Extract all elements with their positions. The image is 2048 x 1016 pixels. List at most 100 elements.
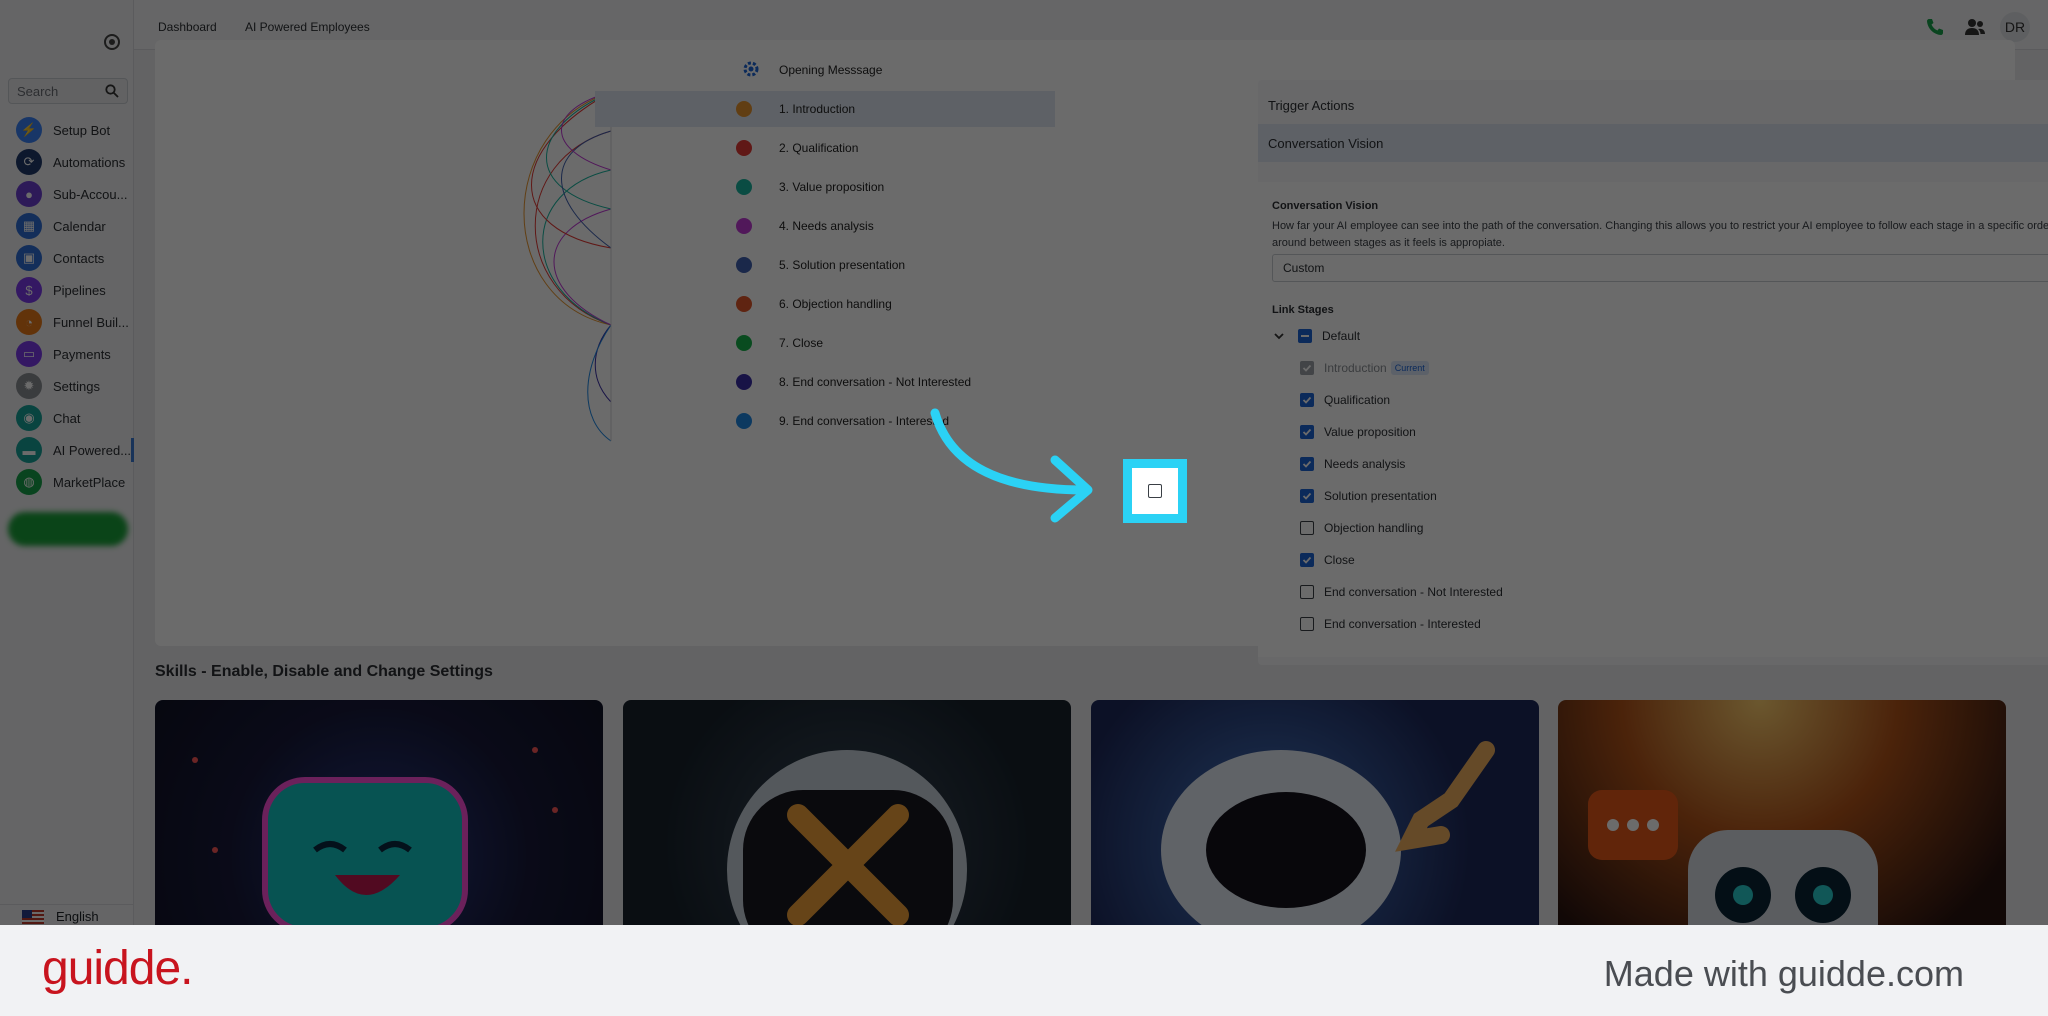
sidebar-item-label: Payments — [53, 346, 111, 362]
link-stage-checkbox[interactable] — [1300, 361, 1314, 375]
settings-icon: ✹ — [16, 373, 42, 399]
link-stage-checkbox[interactable] — [1300, 393, 1314, 407]
ai-employee-panel: Opening Messsage 1. Introduction 2. Quali… — [155, 40, 2048, 665]
sidebar-item-pipelines[interactable]: $ Pipelines — [0, 274, 134, 306]
pipelines-icon: $ — [16, 277, 42, 303]
stage-row[interactable]: 8. End conversation - Not Interested — [595, 364, 1055, 400]
link-stage-row: Objection handling — [1300, 516, 1423, 540]
conversation-vision-header[interactable]: Conversation Vision — [1258, 124, 2048, 162]
stage-opening-message[interactable]: Opening Messsage — [595, 52, 1055, 88]
link-stage-checkbox[interactable] — [1300, 489, 1314, 503]
sidebar-toggle-icon[interactable] — [104, 34, 120, 50]
link-stage-checkbox[interactable] — [1300, 521, 1314, 535]
sidebar-item-label: Contacts — [53, 250, 105, 266]
link-stage-label: End conversation - Not Interested — [1324, 585, 1503, 599]
section-title: Conversation Vision — [1272, 200, 1379, 212]
skill-card-4[interactable] — [1558, 700, 2006, 925]
sidebar-item-calendar[interactable]: ▦ Calendar — [0, 210, 134, 242]
sidebar-item-automations[interactable]: ⟳ Automations — [0, 146, 134, 178]
link-stage-checkbox[interactable] — [1300, 425, 1314, 439]
stage-node-dot — [736, 335, 752, 351]
objection-handling-checkbox[interactable] — [1148, 484, 1162, 498]
phone-icon[interactable] — [1920, 12, 1950, 42]
us-flag-icon — [22, 909, 44, 924]
ai-powered-icon: ▬ — [16, 437, 42, 463]
sidebar-item-setup-bot[interactable]: ⚡ Setup Bot — [0, 114, 134, 146]
link-stage-label: Close — [1324, 553, 1355, 567]
sidebar-item-label: Automations — [53, 154, 126, 170]
sidebar-item-label: Funnel Buil... — [53, 314, 129, 330]
stage-row[interactable]: 7. Close — [595, 325, 1055, 361]
payments-icon: ▭ — [16, 341, 42, 367]
stage-row[interactable]: 4. Needs analysis — [595, 208, 1055, 244]
sidebar-item-label: MarketPlace — [53, 474, 126, 490]
stage-node-dot — [736, 374, 752, 390]
stage-label: 5. Solution presentation — [779, 258, 906, 272]
tab-dashboard[interactable]: Dashboard — [158, 20, 217, 34]
sidebar-item-label: Pipelines — [53, 282, 106, 298]
trigger-actions-title: Trigger Actions — [1268, 97, 1355, 113]
calendar-icon: ▦ — [16, 213, 42, 239]
user-avatar[interactable]: DR — [2000, 12, 2030, 42]
stage-row[interactable]: 2. Qualification — [595, 130, 1055, 166]
stage-row[interactable]: 6. Objection handling — [595, 286, 1055, 322]
vision-select[interactable]: Custom — [1272, 254, 2048, 282]
skill-card-3[interactable] — [1091, 700, 1539, 925]
search-input[interactable] — [17, 83, 107, 99]
link-stage-row: End conversation - Interested — [1300, 612, 1481, 636]
section-description: How far your AI employee can see into th… — [1272, 220, 2048, 249]
skill-card-1[interactable] — [155, 700, 603, 925]
trigger-actions-header[interactable]: Trigger Actions — [1258, 86, 2048, 124]
sidebar-item-label: Calendar — [53, 218, 106, 234]
pointer-arrow-icon — [930, 408, 1093, 523]
link-stage-label: Introduction — [1324, 361, 1387, 375]
link-stage-row: Needs analysis — [1300, 452, 1405, 476]
link-stage-checkbox[interactable] — [1300, 585, 1314, 599]
funnel-buil-icon: ◔ — [16, 309, 42, 335]
sidebar-item-marketplace[interactable]: ◍ MarketPlace — [0, 466, 134, 498]
sidebar-item-funnel-buil[interactable]: ◔ Funnel Buil... — [0, 306, 134, 338]
contacts-icon[interactable] — [1960, 12, 1990, 42]
stage-row[interactable]: 3. Value proposition — [595, 169, 1055, 205]
sidebar-item-label: Chat — [53, 410, 81, 426]
objection-handling-checkbox-highlight[interactable] — [1123, 459, 1187, 523]
sidebar-item-sub-accou[interactable]: ● Sub-Accou... — [0, 178, 134, 210]
stage-row[interactable]: 5. Solution presentation — [595, 247, 1055, 283]
automations-icon: ⟳ — [16, 149, 42, 175]
stage-node-dot — [736, 101, 752, 117]
sidebar-item-settings[interactable]: ✹ Settings — [0, 370, 134, 402]
sidebar-item-chat[interactable]: ◉ Chat — [0, 402, 134, 434]
sidebar: ⚡ Setup Bot ⟳ Automations ● Sub-Accou... ▦ Cale… — [0, 0, 134, 925]
upgrade-button[interactable] — [8, 512, 128, 546]
sidebar-item-label: Sub-Accou... — [53, 186, 128, 202]
link-stage-checkbox[interactable] — [1300, 457, 1314, 471]
sidebar-search[interactable] — [8, 78, 128, 104]
language-selector[interactable]: English — [0, 904, 134, 925]
guidde-footer: guidde. Made with guidde.com — [0, 925, 2048, 1016]
default-group-checkbox[interactable] — [1298, 329, 1312, 343]
chevron-down-icon[interactable] — [1272, 329, 1286, 343]
handshake-robot-image — [1161, 741, 1495, 925]
stage-label: 2. Qualification — [779, 141, 859, 155]
link-stage-checkbox[interactable] — [1300, 617, 1314, 631]
link-stage-row: Qualification — [1300, 388, 1390, 412]
link-stage-row: Close — [1300, 548, 1355, 572]
sidebar-nav: ⚡ Setup Bot ⟳ Automations ● Sub-Accou... ▦ Cale… — [0, 114, 134, 498]
sidebar-item-payments[interactable]: ▭ Payments — [0, 338, 134, 370]
guidde-logo: guidde. — [42, 942, 193, 995]
link-stage-checkbox[interactable] — [1300, 553, 1314, 567]
skill-card-2[interactable] — [623, 700, 1071, 925]
link-stage-label: Solution presentation — [1324, 489, 1437, 503]
sidebar-item-contacts[interactable]: ▣ Contacts — [0, 242, 134, 274]
search-icon[interactable] — [105, 84, 119, 98]
stage-label: 3. Value proposition — [779, 180, 885, 194]
link-stage-label: End conversation - Interested — [1324, 617, 1481, 631]
sidebar-item-ai-powered[interactable]: ▬ AI Powered... — [0, 434, 134, 466]
stage-row[interactable]: 1. Introduction — [595, 91, 1055, 127]
conversation-vision-title: Conversation Vision — [1268, 135, 1384, 151]
stage-label: 7. Close — [779, 336, 824, 350]
stage-node-dot — [736, 257, 752, 273]
stage-label: 6. Objection handling — [779, 297, 892, 311]
link-stage-label: Qualification — [1324, 393, 1391, 407]
sidebar-item-label: Setup Bot — [53, 122, 111, 138]
